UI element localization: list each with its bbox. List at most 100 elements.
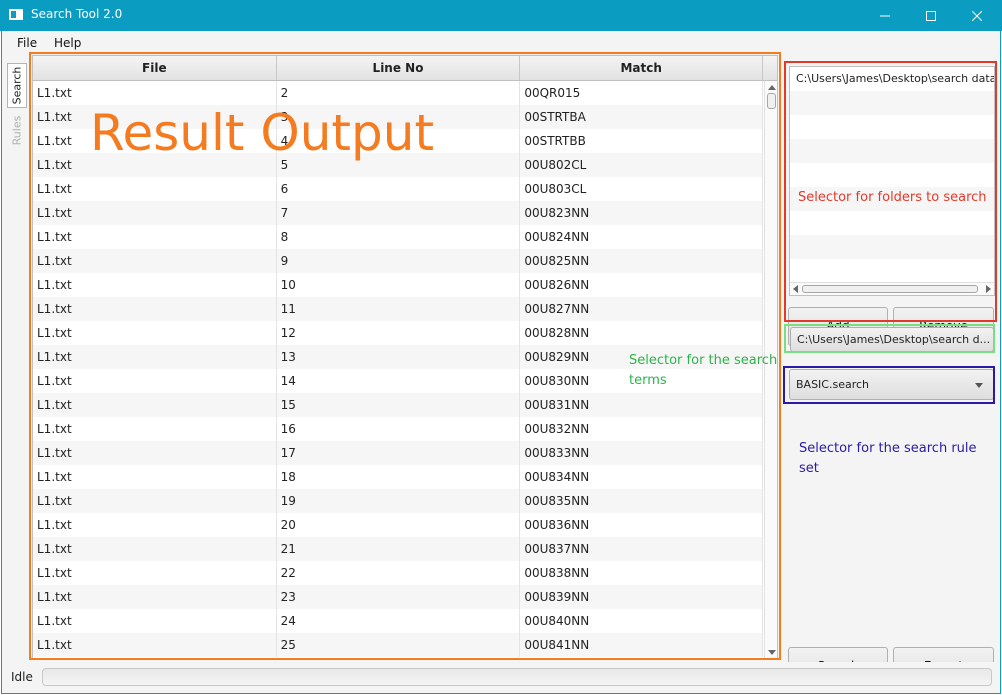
cell-line-no: 22 — [277, 561, 521, 585]
tab-rules-label: Rules — [10, 115, 24, 145]
cell-file: L1.txt — [33, 273, 277, 297]
close-button[interactable] — [954, 0, 1000, 31]
cell-match: 00U832NN — [520, 417, 764, 441]
cell-match: 00U827NN — [520, 297, 764, 321]
maximize-button[interactable] — [908, 0, 954, 31]
cell-match: 00U834NN — [520, 465, 764, 489]
scroll-thumb[interactable] — [767, 93, 776, 109]
minimize-button[interactable] — [862, 0, 908, 31]
table-row[interactable]: L1.txt 2 00QR015 — [33, 81, 764, 105]
cell-match: 00QR015 — [520, 81, 764, 105]
cell-match: 00U828NN — [520, 321, 764, 345]
cell-file: L1.txt — [33, 609, 277, 633]
cell-file: L1.txt — [33, 561, 277, 585]
cell-line-no: 9 — [277, 249, 521, 273]
cell-line-no: 6 — [277, 177, 521, 201]
table-row[interactable]: L1.txt 10 00U826NN — [33, 273, 764, 297]
table-row[interactable]: L1.txt 24 00U840NN — [33, 609, 764, 633]
cell-file: L1.txt — [33, 369, 277, 393]
table-row[interactable]: L1.txt 21 00U837NN — [33, 537, 764, 561]
table-row[interactable]: L1.txt 15 00U831NN — [33, 393, 764, 417]
folder-list[interactable]: C:\Users\James\Desktop\search data — [789, 66, 995, 296]
cell-line-no: 24 — [277, 609, 521, 633]
folder-list-item[interactable]: C:\Users\James\Desktop\search data — [790, 67, 994, 91]
folder-list-item[interactable] — [790, 235, 994, 259]
table-row[interactable]: L1.txt 11 00U827NN — [33, 297, 764, 321]
table-row[interactable]: L1.txt 22 00U838NN — [33, 561, 764, 585]
column-header-line-no[interactable]: Line No — [277, 56, 521, 80]
cell-match: 00STRTBA — [520, 105, 764, 129]
cell-match: 00U838NN — [520, 561, 764, 585]
cell-file: L1.txt — [33, 345, 277, 369]
cell-line-no: 11 — [277, 297, 521, 321]
table-row[interactable]: L1.txt 20 00U836NN — [33, 513, 764, 537]
folder-list-item[interactable] — [790, 139, 994, 163]
cell-line-no: 2 — [277, 81, 521, 105]
folder-list-item[interactable] — [790, 163, 994, 187]
cell-match: 00U839NN — [520, 585, 764, 609]
cell-line-no: 19 — [277, 489, 521, 513]
tab-rules[interactable]: Rules — [7, 110, 27, 150]
table-row[interactable]: L1.txt 25 00U841NN — [33, 633, 764, 657]
table-row[interactable]: L1.txt 18 00U834NN — [33, 465, 764, 489]
hscroll-thumb[interactable] — [802, 285, 978, 293]
cell-file: L1.txt — [33, 441, 277, 465]
cell-match: 00U803CL — [520, 177, 764, 201]
cell-match: 00U802CL — [520, 153, 764, 177]
folder-horizontal-scrollbar[interactable] — [790, 282, 994, 295]
header-corner — [763, 56, 777, 81]
scroll-up-icon[interactable] — [768, 85, 776, 90]
cell-line-no: 14 — [277, 369, 521, 393]
scroll-right-icon[interactable] — [986, 285, 991, 293]
folder-list-item[interactable] — [790, 211, 994, 235]
table-row[interactable]: L1.txt 8 00U824NN — [33, 225, 764, 249]
cell-line-no: 12 — [277, 321, 521, 345]
table-row[interactable]: L1.txt 12 00U828NN — [33, 321, 764, 345]
menu-file[interactable]: File — [17, 36, 37, 50]
table-row[interactable]: L1.txt 17 00U833NN — [33, 441, 764, 465]
table-row[interactable]: L1.txt 19 00U835NN — [33, 489, 764, 513]
cell-file: L1.txt — [33, 225, 277, 249]
folder-list-item[interactable] — [790, 115, 994, 139]
table-row[interactable]: L1.txt 7 00U823NN — [33, 201, 764, 225]
cell-match: 00U826NN — [520, 273, 764, 297]
title-bar[interactable]: Search Tool 2.0 — [0, 0, 1002, 31]
table-row[interactable]: L1.txt 23 00U839NN — [33, 585, 764, 609]
cell-match: 00U824NN — [520, 225, 764, 249]
cell-match: 00U841NN — [520, 633, 764, 657]
maximize-icon — [926, 10, 936, 21]
table-row[interactable]: L1.txt 6 00U803CL — [33, 177, 764, 201]
terms-annotation: Selector for the search terms — [629, 353, 778, 388]
scroll-left-icon[interactable] — [793, 285, 798, 293]
minimize-icon — [880, 15, 890, 16]
chevron-down-icon — [975, 383, 983, 388]
column-header-match[interactable]: Match — [520, 56, 764, 80]
search-terms-selector[interactable]: C:\Users\James\Desktop\search d... — [790, 327, 994, 352]
cell-file: L1.txt — [33, 249, 277, 273]
folder-list-item[interactable] — [790, 91, 994, 115]
cell-file: L1.txt — [33, 201, 277, 225]
cell-match: 00STRTBB — [520, 129, 764, 153]
cell-line-no: 23 — [277, 585, 521, 609]
cell-file: L1.txt — [33, 537, 277, 561]
cell-line-no: 16 — [277, 417, 521, 441]
cell-line-no: 25 — [277, 633, 521, 657]
cell-line-no: 7 — [277, 201, 521, 225]
cell-file: L1.txt — [33, 177, 277, 201]
table-row[interactable]: L1.txt 16 00U832NN — [33, 417, 764, 441]
cell-line-no: 15 — [277, 393, 521, 417]
main-window: File Help Search Rules File Line No Matc… — [1, 31, 1001, 694]
menu-help[interactable]: Help — [54, 36, 81, 50]
column-header-file[interactable]: File — [33, 56, 277, 80]
scroll-down-icon[interactable] — [768, 650, 776, 655]
cell-file: L1.txt — [33, 489, 277, 513]
cell-match: 00U837NN — [520, 537, 764, 561]
tab-search[interactable]: Search — [7, 63, 27, 108]
cell-line-no: 20 — [277, 513, 521, 537]
tab-search-label: Search — [10, 66, 24, 105]
cell-file: L1.txt — [33, 321, 277, 345]
rule-set-dropdown[interactable]: BASIC.search — [789, 369, 994, 400]
table-row[interactable]: L1.txt 9 00U825NN — [33, 249, 764, 273]
rules-annotation: Selector for the search rule set — [799, 441, 977, 476]
folders-annotation: Selector for folders to search — [798, 190, 987, 205]
